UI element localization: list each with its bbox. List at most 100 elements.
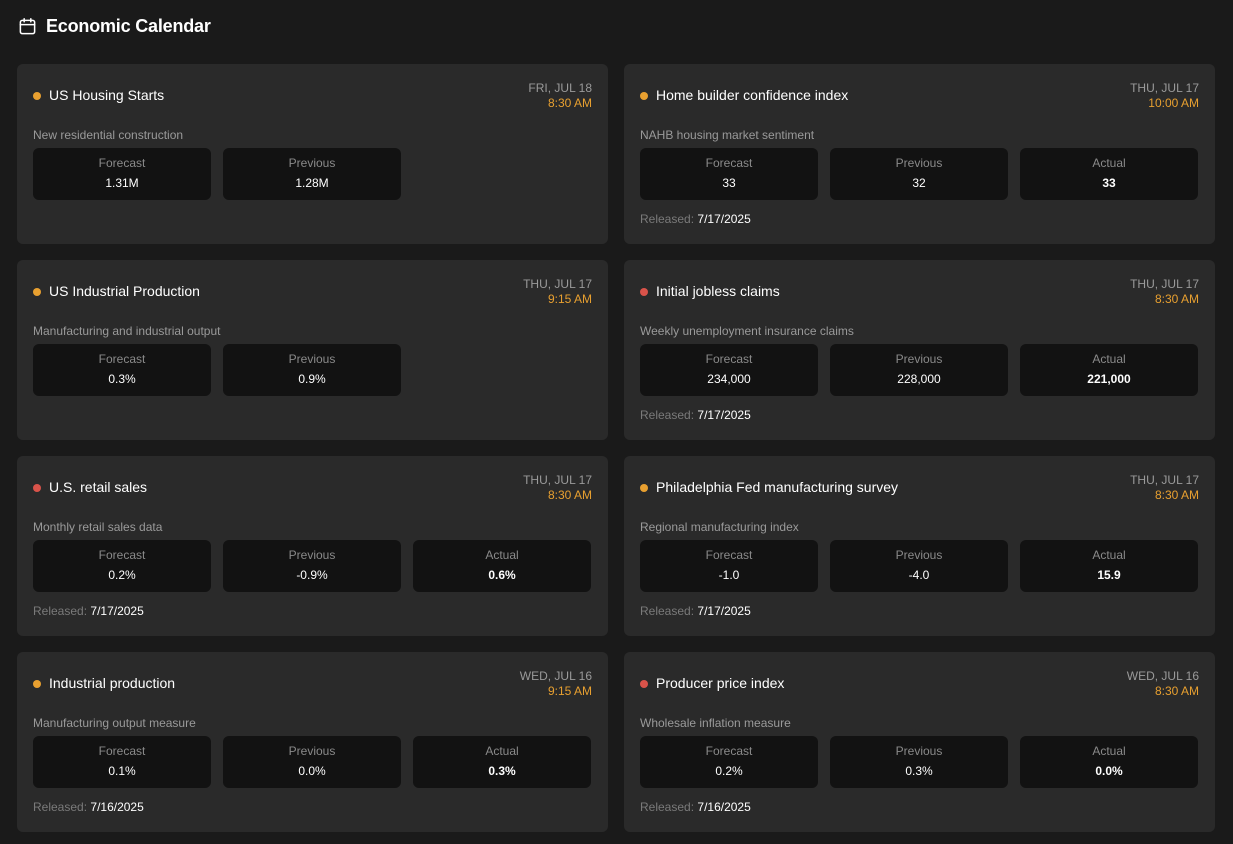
previous-value: 32 — [912, 176, 926, 190]
event-stats: Forecast 0.1% Previous 0.0% Actual 0.3% — [33, 736, 592, 788]
event-card[interactable]: Initial jobless claims THU, JUL 17 8:30 … — [624, 260, 1215, 440]
event-datetime: WED, JUL 16 9:15 AM — [520, 669, 592, 699]
actual-box: Actual 0.0% — [1020, 736, 1198, 788]
calendar-icon — [18, 17, 37, 36]
release-info: Released: 7/17/2025 — [640, 212, 1199, 227]
event-card[interactable]: US Industrial Production THU, JUL 17 9:1… — [17, 260, 608, 440]
impact-indicator — [33, 288, 41, 296]
previous-label: Previous — [288, 744, 336, 758]
event-description: New residential construction — [33, 128, 184, 142]
event-card[interactable]: Home builder confidence index THU, JUL 1… — [624, 64, 1215, 244]
forecast-box: Forecast 0.2% — [640, 736, 818, 788]
event-time: 9:15 AM — [547, 684, 592, 698]
event-time: 8:30 AM — [547, 96, 592, 110]
released-label: Released: — [640, 212, 695, 226]
event-stats: Forecast -1.0 Previous -4.0 Actual 15.9 — [640, 540, 1199, 592]
released-date: 7/16/2025 — [697, 800, 751, 814]
actual-label: Actual — [1092, 156, 1126, 170]
event-date: THU, JUL 17 — [523, 277, 592, 291]
released-date: 7/17/2025 — [697, 212, 751, 226]
event-date: THU, JUL 17 — [1130, 277, 1199, 291]
actual-box: Actual 33 — [1020, 148, 1198, 200]
actual-label: Actual — [485, 548, 519, 562]
event-card[interactable]: Philadelphia Fed manufacturing survey TH… — [624, 456, 1215, 636]
forecast-value: 0.2% — [108, 568, 136, 582]
event-description: Manufacturing output measure — [33, 716, 196, 730]
previous-value: 0.9% — [298, 372, 326, 386]
event-stats: Forecast 1.31M Previous 1.28M — [33, 148, 592, 200]
event-title: Home builder confidence index — [656, 87, 849, 103]
actual-value: 33 — [1102, 176, 1116, 190]
forecast-value: 33 — [722, 176, 736, 190]
released-date: 7/17/2025 — [697, 604, 751, 618]
previous-label: Previous — [895, 352, 943, 366]
actual-value: 15.9 — [1097, 568, 1121, 582]
forecast-label: Forecast — [98, 744, 146, 758]
release-info: Released: 7/16/2025 — [33, 800, 592, 815]
page-header: Economic Calendar — [18, 14, 211, 38]
event-title: Initial jobless claims — [656, 283, 780, 299]
release-info: Released: 7/16/2025 — [640, 800, 1199, 815]
event-stats: Forecast 234,000 Previous 228,000 Actual… — [640, 344, 1199, 396]
event-card[interactable]: Producer price index WED, JUL 16 8:30 AM… — [624, 652, 1215, 832]
forecast-box: Forecast 0.1% — [33, 736, 211, 788]
event-time: 10:00 AM — [1148, 96, 1199, 110]
event-description: Manufacturing and industrial output — [33, 324, 221, 338]
event-title: Producer price index — [656, 675, 785, 691]
event-title: Philadelphia Fed manufacturing survey — [656, 479, 899, 495]
previous-value: -4.0 — [908, 568, 930, 582]
released-label: Released: — [640, 800, 695, 814]
event-title: Industrial production — [49, 675, 176, 691]
event-time: 8:30 AM — [1154, 292, 1199, 306]
released-date: 7/16/2025 — [90, 800, 144, 814]
previous-label: Previous — [288, 352, 336, 366]
previous-box: Previous 0.9% — [223, 344, 401, 396]
event-description: Weekly unemployment insurance claims — [640, 324, 854, 338]
event-datetime: THU, JUL 17 10:00 AM — [1130, 81, 1199, 111]
actual-label: Actual — [1092, 352, 1126, 366]
released-label: Released: — [33, 604, 88, 618]
page-title: Economic Calendar — [46, 15, 211, 36]
forecast-label: Forecast — [705, 548, 753, 562]
impact-indicator — [33, 680, 41, 688]
actual-label: Actual — [485, 744, 519, 758]
previous-box: Previous 228,000 — [830, 344, 1008, 396]
released-label: Released: — [640, 604, 695, 618]
event-date: THU, JUL 17 — [1130, 473, 1199, 487]
impact-indicator — [640, 484, 648, 492]
event-card[interactable]: Industrial production WED, JUL 16 9:15 A… — [17, 652, 608, 832]
forecast-box: Forecast 1.31M — [33, 148, 211, 200]
event-date: FRI, JUL 18 — [528, 81, 592, 95]
forecast-label: Forecast — [705, 156, 753, 170]
released-label: Released: — [33, 800, 88, 814]
previous-label: Previous — [895, 548, 943, 562]
impact-indicator — [640, 92, 648, 100]
event-card[interactable]: U.S. retail sales THU, JUL 17 8:30 AM Mo… — [17, 456, 608, 636]
previous-value: 228,000 — [897, 372, 941, 386]
event-datetime: THU, JUL 17 9:15 AM — [523, 277, 592, 307]
actual-box: Actual 221,000 — [1020, 344, 1198, 396]
event-datetime: THU, JUL 17 8:30 AM — [1130, 277, 1199, 307]
forecast-value: 0.1% — [108, 764, 136, 778]
actual-value: 0.3% — [488, 764, 516, 778]
release-info: Released: 7/17/2025 — [640, 408, 1199, 423]
released-date: 7/17/2025 — [90, 604, 144, 618]
event-title: U.S. retail sales — [49, 479, 148, 495]
forecast-value: -1.0 — [718, 568, 740, 582]
event-description: Regional manufacturing index — [640, 520, 799, 534]
previous-value: -0.9% — [296, 568, 328, 582]
event-time: 8:30 AM — [1154, 684, 1199, 698]
previous-box: Previous -4.0 — [830, 540, 1008, 592]
event-time: 8:30 AM — [1154, 488, 1199, 502]
actual-label: Actual — [1092, 548, 1126, 562]
forecast-label: Forecast — [98, 548, 146, 562]
actual-value: 0.0% — [1095, 764, 1123, 778]
previous-label: Previous — [288, 156, 336, 170]
forecast-value: 234,000 — [707, 372, 751, 386]
impact-indicator — [640, 288, 648, 296]
event-stats: Forecast 0.2% Previous -0.9% Actual 0.6% — [33, 540, 592, 592]
forecast-value: 0.2% — [715, 764, 743, 778]
event-datetime: FRI, JUL 18 8:30 AM — [528, 81, 592, 111]
event-card[interactable]: US Housing Starts FRI, JUL 18 8:30 AM Ne… — [17, 64, 608, 244]
forecast-box: Forecast -1.0 — [640, 540, 818, 592]
